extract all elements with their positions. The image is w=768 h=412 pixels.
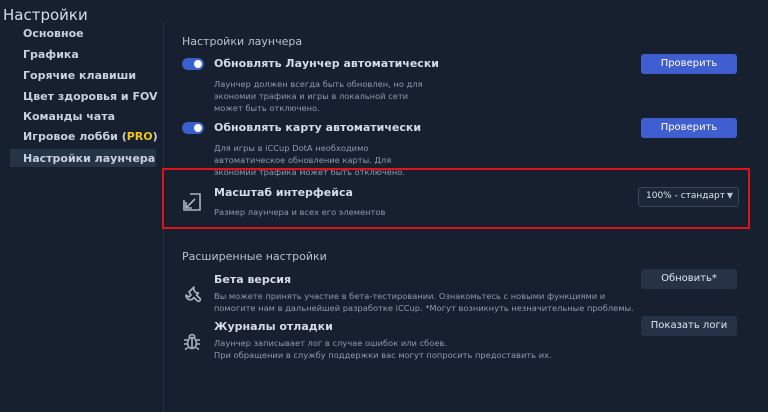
pro-badge: PRO bbox=[126, 130, 153, 143]
debug-logs-desc: Лаунчер записывает лог в случае ошибок и… bbox=[214, 337, 552, 361]
debug-logs-title: Журналы отладки bbox=[214, 320, 333, 333]
show-logs-button[interactable]: Показать логи bbox=[641, 316, 737, 336]
desc-line: помогите нам в дальнейшей разработке iCC… bbox=[214, 303, 634, 313]
auto-update-launcher-title: Обновлять Лаунчер автоматически bbox=[214, 57, 439, 70]
update-beta-button[interactable]: Обновить* bbox=[641, 269, 737, 289]
sidebar-item-health-color-fov[interactable]: Цвет здоровья и FOV bbox=[23, 90, 158, 103]
auto-update-launcher-desc: Лаунчер должен всегда быть обновлен, но … bbox=[214, 78, 423, 114]
desc-line: может быть отключено. bbox=[214, 103, 320, 113]
scale-desc: Размер лаунчера и всех его элементов bbox=[214, 207, 386, 217]
auto-update-launcher-toggle[interactable] bbox=[182, 58, 204, 70]
section-title-advanced: Расширенные настройки bbox=[182, 250, 327, 263]
scale-select-value: 100% - стандарт bbox=[646, 191, 725, 201]
sidebar-item-hotkeys[interactable]: Горячие клавиши bbox=[23, 69, 136, 82]
page-title: Настройки bbox=[3, 6, 88, 24]
resize-icon bbox=[181, 191, 203, 213]
toggle-knob bbox=[194, 60, 202, 68]
desc-line: Лаунчер должен всегда быть обновлен, но … bbox=[214, 79, 423, 89]
scale-select[interactable]: 100% - стандарт ▼ bbox=[638, 187, 739, 207]
desc-line: экономии трафика и игры в локальной сети bbox=[214, 91, 409, 101]
desc-line: автоматическое обновление карты. Для bbox=[214, 155, 392, 165]
bug-icon bbox=[181, 330, 203, 352]
beta-desc: Вы можете принять участие в бета-тестиро… bbox=[214, 290, 634, 314]
desc-line: Вы можете принять участие в бета-тестиро… bbox=[214, 291, 606, 301]
scale-title: Масштаб интерфейса bbox=[214, 186, 353, 199]
sidebar-item-game-lobby[interactable]: Игровое лобби (PRO) bbox=[23, 130, 158, 143]
check-launcher-button[interactable]: Проверить bbox=[641, 54, 737, 74]
sidebar-item-label: Игровое лобби ( bbox=[23, 130, 127, 143]
toggle-knob bbox=[194, 124, 202, 132]
sidebar-item-label-suffix: ) bbox=[152, 130, 158, 143]
desc-line: Лаунчер записывает лог в случае ошибок и… bbox=[214, 338, 447, 348]
sidebar-item-graphics[interactable]: Графика bbox=[23, 48, 79, 61]
desc-line: Для игры в iCCup DotA необходимо bbox=[214, 143, 369, 153]
sidebar-item-chat-commands[interactable]: Команды чата bbox=[23, 110, 115, 123]
auto-update-map-toggle[interactable] bbox=[182, 122, 204, 134]
beta-title: Бета версия bbox=[214, 273, 292, 286]
section-title-launcher: Настройки лаунчера bbox=[182, 35, 303, 48]
sidebar-item-general[interactable]: Основное bbox=[23, 27, 84, 40]
auto-update-map-title: Обновлять карту автоматически bbox=[214, 121, 422, 134]
chevron-down-icon: ▼ bbox=[726, 191, 733, 200]
sidebar-item-launcher-settings[interactable]: Настройки лаунчера bbox=[23, 152, 155, 165]
desc-line: При обращении в службу поддержки вас мог… bbox=[214, 350, 552, 360]
check-map-button[interactable]: Проверить bbox=[641, 118, 737, 138]
wrench-icon bbox=[181, 283, 203, 305]
